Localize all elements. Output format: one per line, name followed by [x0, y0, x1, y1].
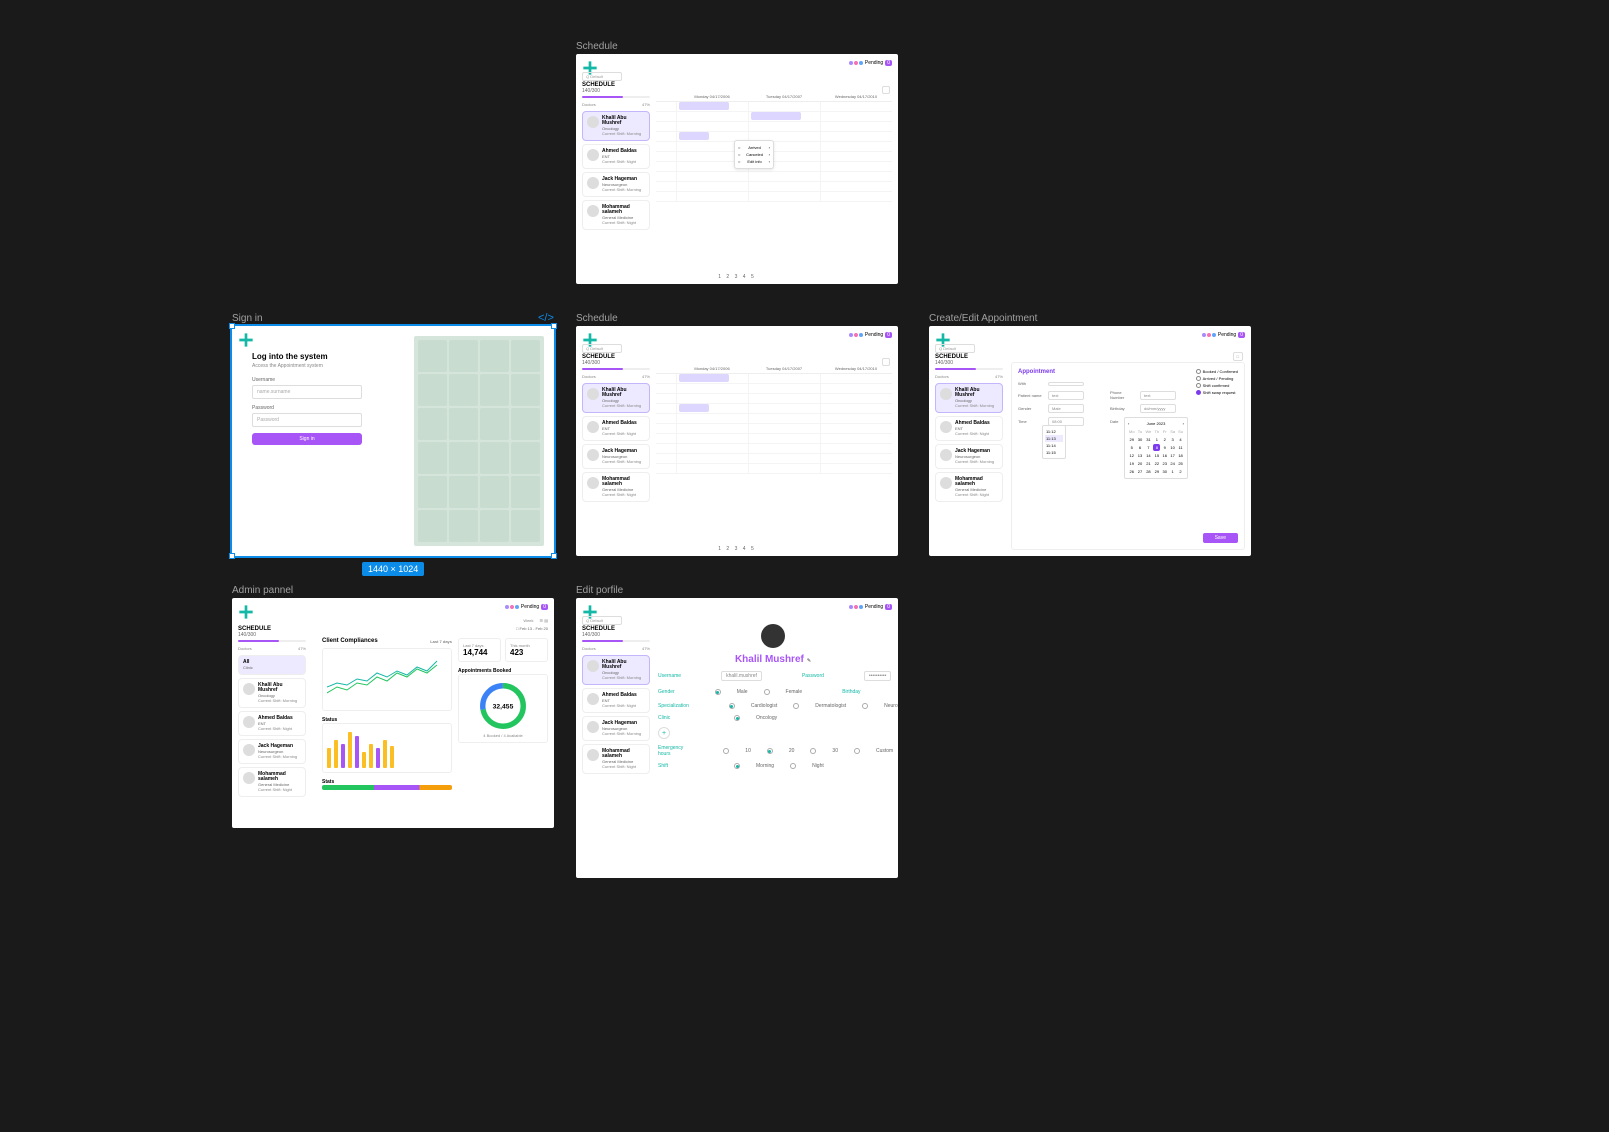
- stat-month: 423: [510, 648, 543, 657]
- birthday-input[interactable]: dd/mm/yyyy: [1140, 404, 1176, 413]
- password-label: Password: [252, 405, 362, 411]
- signin-button[interactable]: Sign in: [252, 433, 362, 445]
- frame-label: Create/Edit Appointment: [929, 313, 1037, 324]
- pending-badge[interactable]: Pending0: [849, 60, 892, 66]
- doctor-card[interactable]: Mohammad salamehGeneral MedicineCurrent …: [582, 744, 650, 774]
- stat-last7: 14,744: [463, 648, 496, 657]
- doctor-card[interactable]: Khalil Abu MushrefOncologyCurrent Shift:…: [582, 383, 650, 413]
- app-logo: [238, 604, 254, 620]
- doctor-card[interactable]: Mohammad salamehGeneral MedicineCurrent …: [935, 472, 1003, 502]
- doctor-card-selected[interactable]: Khalil Abu MushrefOncologyCurrent Shift:…: [582, 111, 650, 141]
- add-clinic-button[interactable]: +: [658, 727, 670, 739]
- with-input[interactable]: [1048, 382, 1084, 386]
- admin-panel-frame: Pending0 SCHEDULE 140/300 Doctors47% All…: [232, 598, 554, 828]
- search-input[interactable]: Q Default: [582, 616, 622, 625]
- spec-radio[interactable]: [862, 703, 868, 709]
- eh-radio[interactable]: [767, 748, 773, 754]
- doctor-card[interactable]: Ahmed BaldasENTCurrent Shift: Night: [582, 416, 650, 441]
- phone-input[interactable]: text: [1140, 391, 1176, 400]
- password-input[interactable]: Password: [252, 413, 362, 427]
- selection-dimensions: 1440 × 1024: [362, 562, 424, 576]
- doctor-card[interactable]: Jack HagemanNeurosurgeonCurrent Shift: M…: [582, 172, 650, 197]
- frame-label: Schedule: [576, 41, 618, 52]
- signin-title: Log into the system: [252, 352, 362, 361]
- search-input[interactable]: Q Default: [582, 344, 622, 353]
- time-dropdown[interactable]: 11:12 11:13 11:14 11:15: [1042, 425, 1066, 459]
- pending-badge[interactable]: Pending0: [1202, 332, 1245, 338]
- schedule-progress: [582, 96, 650, 98]
- profile-avatar: [761, 624, 785, 648]
- edit-profile-frame: Pending0 Q Default SCHEDULE 140/300 Doct…: [576, 598, 898, 878]
- doctor-card[interactable]: Jack HagemanNeurosurgeonCurrent Shift: M…: [238, 739, 306, 764]
- signin-frame: Log into the system Access the Appointme…: [232, 326, 554, 556]
- eh-radio[interactable]: [723, 748, 729, 754]
- doctor-card[interactable]: Khalil Abu MushrefOncologyCurrent Shift:…: [935, 383, 1003, 413]
- password-input[interactable]: ••••••••••: [864, 671, 892, 681]
- doctor-card[interactable]: Mohammad salamehGeneral MedicineCurrent …: [238, 767, 306, 797]
- clinic-radio[interactable]: [734, 715, 740, 721]
- date-range-badge[interactable]: □: [1233, 352, 1243, 361]
- spec-radio[interactable]: [793, 703, 799, 709]
- search-input[interactable]: Q Default: [582, 72, 622, 81]
- doctor-card[interactable]: Jack HagemanNeurosurgeonCurrent Shift: M…: [582, 716, 650, 741]
- spec-radio[interactable]: [729, 703, 735, 709]
- appointment-form: Appointment With Patient nametextPhone N…: [1011, 362, 1245, 550]
- gender-male-radio[interactable]: [715, 689, 721, 695]
- edit-name-icon[interactable]: ✎: [807, 658, 811, 664]
- eh-radio[interactable]: [810, 748, 816, 754]
- doctor-card[interactable]: Khalil Abu MushrefOncologyCurrent Shift:…: [582, 655, 650, 685]
- doctor-card[interactable]: Ahmed BaldasENTCurrent Shift: Night: [582, 688, 650, 713]
- calendar-grid[interactable]: Monday 04/17/2006Tuesday 04/17/2007Wedne…: [656, 94, 892, 266]
- pending-badge[interactable]: Pending0: [849, 332, 892, 338]
- frame-label: Edit porfile: [576, 585, 623, 596]
- save-button[interactable]: Save: [1203, 533, 1238, 543]
- gender-select[interactable]: Male: [1048, 404, 1084, 413]
- svg-text:32,455: 32,455: [493, 704, 514, 711]
- status-bar-chart: [322, 723, 452, 773]
- pagination[interactable]: 1 2 3 4 5: [718, 546, 755, 552]
- frame-label: Admin pannel: [232, 585, 293, 596]
- frame-label: Schedule: [576, 313, 618, 324]
- schedule-frame-1: Pending0 Q Default SCHEDULE 140/300 Doct…: [576, 54, 898, 284]
- signin-subtitle: Access the Appointment system: [252, 363, 362, 369]
- compliance-chart: [322, 648, 452, 711]
- doctor-card[interactable]: Ahmed BaldasENTCurrent Shift: Night: [238, 711, 306, 736]
- username-label: Username: [252, 377, 362, 383]
- schedule-count: 140/300: [582, 88, 650, 94]
- calendar-grid[interactable]: Monday 04/17/2006Tuesday 04/17/2007Wedne…: [656, 366, 892, 538]
- gender-female-radio[interactable]: [764, 689, 770, 695]
- appointments-donut: 32,455 4 Booked / 4 Available: [458, 674, 548, 743]
- shift-radio[interactable]: [790, 763, 796, 769]
- status-legend: Booked / Confirmed Arrived / Pending Shi…: [1196, 369, 1238, 397]
- pagination[interactable]: 1 2 3 4 5: [718, 274, 755, 280]
- doctor-card[interactable]: Ahmed BaldasENTCurrent Shift: Night: [935, 416, 1003, 441]
- sidebar: SCHEDULE 140/300 Doctors47% Khalil Abu M…: [582, 82, 650, 233]
- date-picker[interactable]: ‹June 2023› MoTuWeThFrSaSu29303112345678…: [1124, 417, 1188, 479]
- doctor-card[interactable]: Mohammad salamehGeneral MedicineCurrent …: [582, 472, 650, 502]
- all-filter[interactable]: AllClinic: [238, 655, 306, 675]
- calendar-icon-button[interactable]: [882, 358, 890, 366]
- username-input[interactable]: name.surname: [252, 385, 362, 399]
- shift-radio[interactable]: [734, 763, 740, 769]
- signin-illustration: [414, 336, 544, 546]
- doctor-card[interactable]: Khalil Abu MushrefOncologyCurrent Shift:…: [238, 678, 306, 708]
- username-input[interactable]: khalil.mushref: [721, 671, 762, 681]
- schedule-frame-2: Pending0 Q Default SCHEDULE 140/300 Doct…: [576, 326, 898, 556]
- patient-name-input[interactable]: text: [1048, 391, 1084, 400]
- eh-radio[interactable]: [854, 748, 860, 754]
- calendar-icon-button[interactable]: [882, 86, 890, 94]
- event-popover[interactable]: ○Arrived› ○Canceled› ○Edit info›: [734, 140, 774, 169]
- doctor-card[interactable]: Mohammad salamehGeneral MedicineCurrent …: [582, 200, 650, 230]
- pending-badge[interactable]: Pending0: [505, 604, 548, 610]
- stats-range: [322, 785, 452, 790]
- profile-name: Khalil Mushref✎: [658, 654, 888, 665]
- pending-badge[interactable]: Pending0: [849, 604, 892, 610]
- search-input[interactable]: Q Default: [935, 344, 975, 353]
- frame-label: Sign in: [232, 313, 263, 324]
- create-appointment-frame: Pending0 Q Default SCHEDULE 140/300 Doct…: [929, 326, 1251, 556]
- doctor-card[interactable]: Jack HagemanNeurosurgeonCurrent Shift: M…: [582, 444, 650, 469]
- doctor-card[interactable]: Jack HagemanNeurosurgeonCurrent Shift: M…: [935, 444, 1003, 469]
- app-logo: [238, 332, 254, 348]
- doctor-card[interactable]: Ahmed BaldasENTCurrent Shift: Night: [582, 144, 650, 169]
